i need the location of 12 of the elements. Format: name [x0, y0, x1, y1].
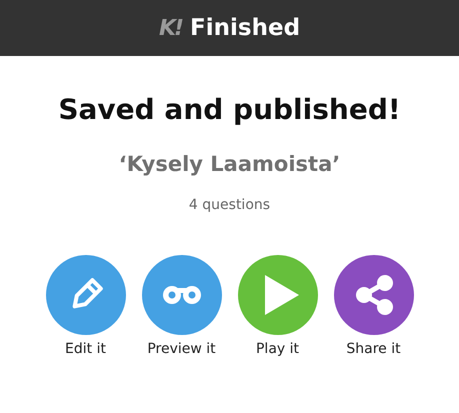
logo: K! — [158, 16, 182, 40]
question-count: 4 questions — [188, 197, 270, 213]
action-label: Preview it — [147, 341, 216, 357]
page-heading: Saved and published! — [58, 93, 401, 126]
action-label: Share it — [346, 341, 401, 357]
quiz-title: ‘Kysely Laamoista’ — [118, 152, 340, 176]
header-title: Finished — [190, 15, 300, 41]
play-icon — [264, 275, 298, 315]
glasses-icon — [162, 286, 202, 304]
share-icon — [354, 275, 392, 315]
action-label: Play it — [256, 341, 300, 357]
action-label: Edit it — [65, 341, 106, 357]
